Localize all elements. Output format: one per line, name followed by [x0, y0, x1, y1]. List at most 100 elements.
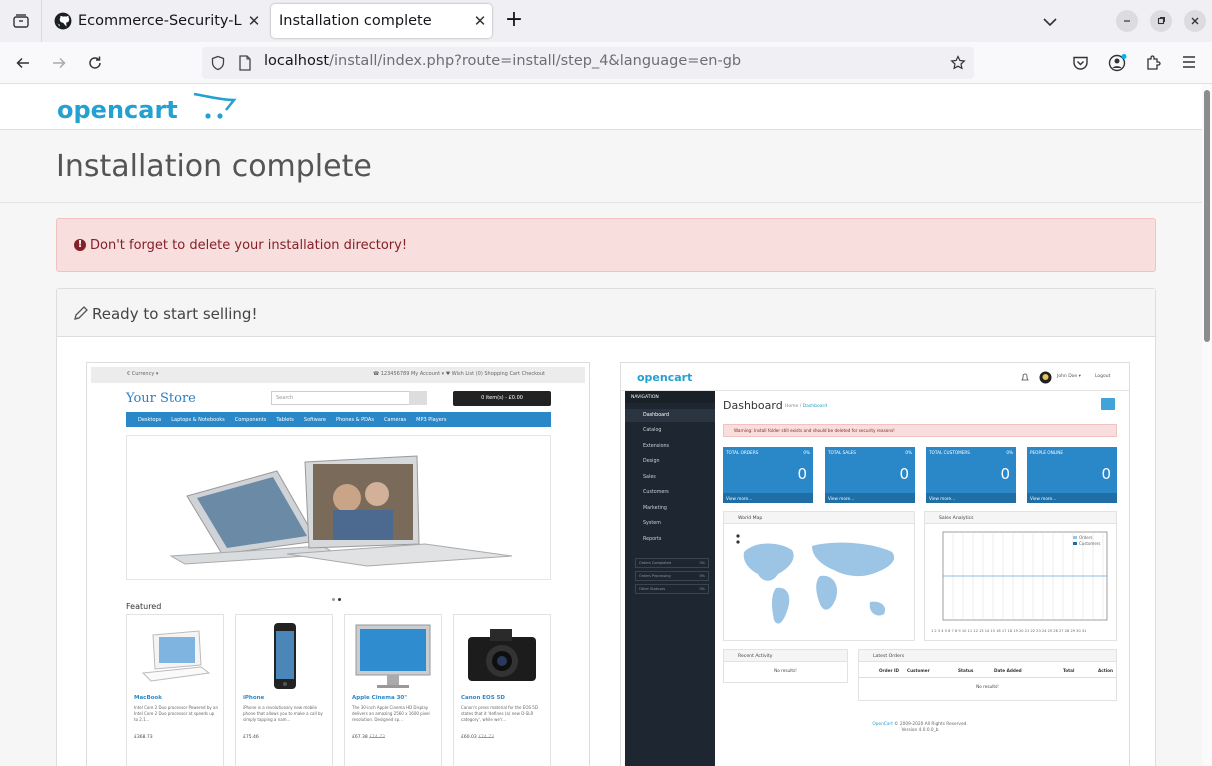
close-tab-icon[interactable]: ✕ [468, 12, 492, 30]
world-map-image [736, 534, 895, 624]
site-header: opencart [0, 84, 1202, 130]
pencil-icon [74, 306, 88, 320]
tab-overview-icon [12, 14, 29, 28]
admin-dashboard-title: Dashboard [723, 399, 783, 412]
admin-sidebar: NAVIGATION Dashboard Catalog Extensions … [625, 391, 715, 766]
page-scrollbar[interactable] [1202, 84, 1212, 766]
warning-alert: ! Don't forget to delete your installati… [56, 218, 1156, 272]
no-results: No results! [774, 668, 797, 673]
minimize-button[interactable] [1116, 10, 1138, 32]
slideshow-dots [332, 586, 344, 605]
admin-header: opencart John Doe ▾ Logout [621, 363, 1129, 391]
admin-nav-item: Design [643, 459, 660, 464]
browser-tab-bar: Ecommerce-Security-Lab/ ✕ Installation c… [0, 0, 1212, 42]
reload-button[interactable] [82, 51, 108, 75]
bookmark-star-icon[interactable] [950, 55, 966, 71]
store-menu: Desktops Laptops & Notebooks Components … [126, 412, 551, 427]
back-button[interactable] [10, 51, 36, 75]
store-menu-item: Components [234, 416, 267, 423]
orders-table-header: Order ID Customer Status Date Added Tota… [859, 668, 1116, 678]
tile-total-customers: TOTAL CUSTOMERS 0% 0 View more... [926, 447, 1016, 503]
svg-text:Orders: Orders [1079, 535, 1092, 540]
page-title: Installation complete [56, 149, 372, 184]
store-slideshow [126, 435, 551, 580]
latest-orders-panel: Latest Orders Order ID Customer Status D… [858, 649, 1117, 701]
admin-user: John Doe ▾ [1057, 374, 1081, 379]
pocket-icon[interactable] [1072, 55, 1089, 71]
ready-card: Ready to start selling! € Currency ▾ ☎ 1… [56, 288, 1156, 766]
admin-warning: Warning: Install folder still exists and… [723, 424, 1117, 437]
bell-icon [1021, 373, 1029, 381]
shield-icon[interactable] [210, 55, 226, 71]
extensions-icon[interactable] [1145, 54, 1162, 71]
product-price: £67.38 £74.73 [352, 735, 385, 740]
forward-arrow-icon [53, 57, 66, 69]
product-desc: Canon's press material for the EOS 5D st… [461, 705, 538, 722]
tab-overview-button[interactable] [0, 0, 42, 42]
page-heading-bar: Installation complete [0, 131, 1202, 203]
tile-total-sales: TOTAL SALES 0% 0 View more... [825, 447, 915, 503]
laptops-image [169, 455, 513, 567]
product-desc: The 30-inch Apple Cinema HD Display deli… [352, 705, 430, 722]
close-window-button[interactable] [1184, 10, 1206, 32]
canon-camera-image [468, 629, 536, 681]
scrollbar-thumb[interactable] [1204, 90, 1210, 342]
tab-installation-complete[interactable]: Installation complete ✕ [271, 4, 492, 38]
admin-settings-button [1101, 398, 1115, 410]
panel-title: Recent Activity [724, 650, 847, 662]
admin-nav-item: Marketing [643, 506, 667, 511]
macbook-image [141, 630, 211, 682]
new-tab-button[interactable]: + [502, 8, 526, 34]
recent-activity-panel: Recent Activity No results! [723, 649, 848, 683]
tile-people-online: PEOPLE ONLINE 0 View more... [1027, 447, 1117, 503]
featured-heading: Featured [126, 602, 162, 611]
no-results: No results! [976, 684, 999, 689]
admin-stat-orders-processing: Orders Processing 0% [635, 571, 709, 581]
store-menu-item: MP3 Players [416, 416, 447, 423]
product-price: £75.46 [243, 735, 259, 740]
close-tab-icon[interactable]: ✕ [242, 12, 266, 30]
panel-title: World Map [724, 512, 914, 524]
tab-github[interactable]: Ecommerce-Security-Lab/ ✕ [44, 4, 266, 38]
opencart-logo[interactable]: opencart [56, 90, 238, 130]
forward-button[interactable] [46, 51, 72, 75]
product-name: Canon EOS 5D [461, 695, 505, 701]
store-topbar: € Currency ▾ ☎ 123456789 My Account ▾ ♥ … [91, 367, 585, 383]
admin-nav-item: Sales [643, 475, 656, 480]
admin-nav-item: Extensions [643, 444, 670, 449]
store-search-button [409, 391, 427, 405]
browser-nav-bar: localhost/install/index.php?route=instal… [0, 42, 1212, 84]
store-currency: € Currency ▾ [127, 371, 159, 377]
admin-nav-item: System [643, 521, 661, 526]
menu-icon[interactable] [1181, 55, 1197, 69]
admin-nav-item: Dashboard [625, 409, 715, 422]
store-logo: Your Store [126, 391, 196, 406]
page-icon[interactable] [238, 55, 252, 71]
card-header: Ready to start selling! [57, 289, 1155, 337]
product-name: iPhone [243, 695, 265, 701]
store-menu-item: Phones & PDAs [335, 416, 374, 423]
iphone-image [274, 623, 296, 689]
admin-stat-orders-completed: Orders Completed 0% [635, 558, 709, 568]
store-menu-item: Tablets [276, 416, 294, 423]
sales-analytics-panel: Sales Analytics Orders Customers 1 2 3 4… [924, 511, 1117, 641]
list-all-tabs-icon[interactable] [1038, 10, 1062, 34]
account-icon[interactable] [1108, 54, 1128, 72]
product-card: iPhone iPhone is a revolutionary new mob… [235, 614, 333, 766]
admin-stat-other-statuses: Other Statuses 0% [635, 584, 709, 594]
product-card: Apple Cinema 30" The 30-inch Apple Cinem… [344, 614, 442, 766]
admin-logout: Logout [1095, 374, 1111, 379]
admin-footer: OpenCart © 2009-2020 All Rights Reserved… [872, 722, 968, 733]
restore-button[interactable] [1150, 10, 1172, 32]
address-bar[interactable]: localhost/install/index.php?route=instal… [202, 47, 974, 79]
product-desc: Intel Core 2 Duo processor Powered by an… [134, 705, 218, 722]
panel-title: Latest Orders [859, 650, 1116, 662]
reload-icon [89, 56, 101, 69]
back-arrow-icon [16, 57, 29, 69]
tab-title: Ecommerce-Security-Lab/ [78, 13, 242, 29]
product-card: Canon EOS 5D Canon's press material for … [453, 614, 551, 766]
avatar [1039, 371, 1052, 384]
store-preview-image: € Currency ▾ ☎ 123456789 My Account ▾ ♥ … [86, 362, 590, 766]
url-text: localhost/install/index.php?route=instal… [264, 53, 742, 69]
svg-text:1 2 3 4 5 6 7 8 9 10 11 12 13: 1 2 3 4 5 6 7 8 9 10 11 12 13 14 15 16 1… [931, 629, 1086, 633]
